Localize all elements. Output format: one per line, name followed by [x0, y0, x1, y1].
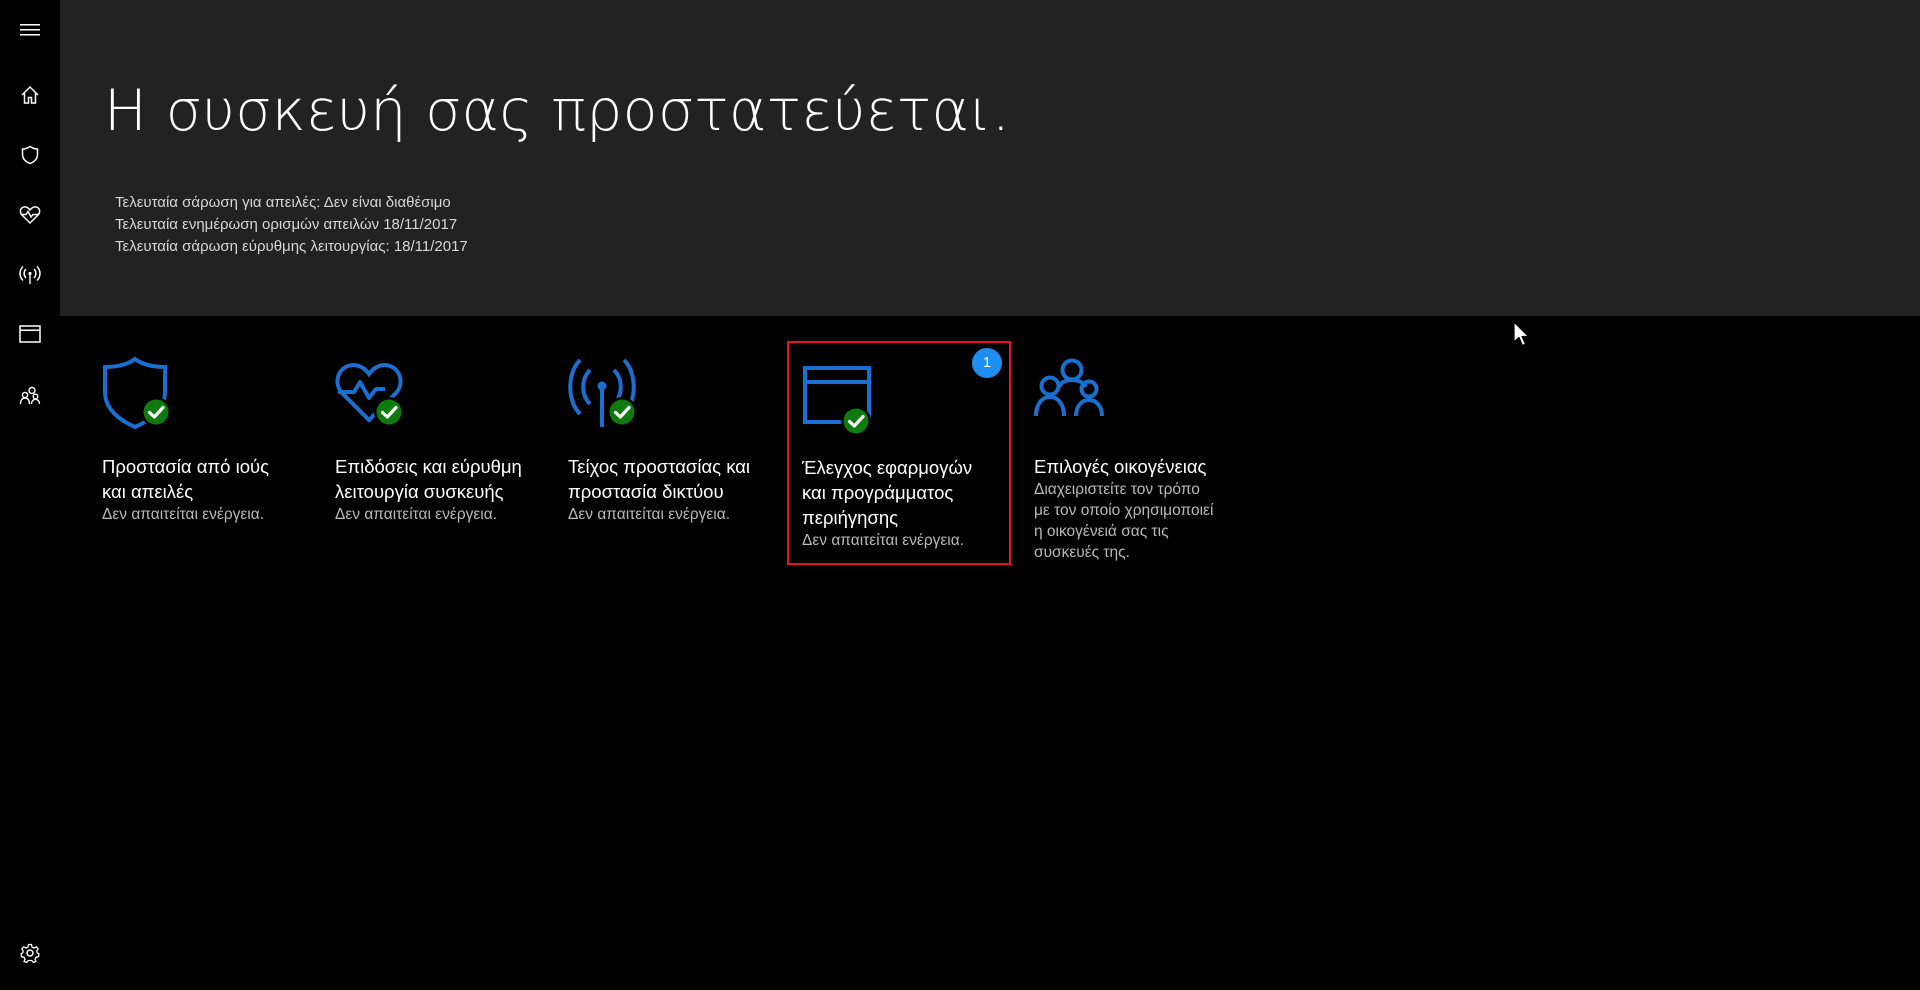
browser-check-icon	[803, 366, 871, 436]
sidebar-item-device-health[interactable]	[0, 191, 60, 239]
tile-description: Διαχειριστείτε τον τρόπο με τον οποίο χρ…	[1034, 479, 1239, 563]
tile-virus-threat-protection[interactable]: Προστασία από ιούς και απειλές Δεν απαιτ…	[102, 341, 326, 565]
tile-title-line: Τείχος προστασίας και	[568, 456, 751, 477]
sidebar-item-firewall[interactable]	[0, 251, 60, 299]
tile-status: Δεν απαιτείται ενέργεια.	[102, 506, 265, 523]
tile-title-line: Προστασία από ιούς	[102, 456, 270, 477]
sidebar	[0, 0, 60, 990]
status-header: Η συσκευή σας προστατεύεται. Τελευταία σ…	[60, 0, 1920, 316]
heart-pulse-icon	[19, 206, 41, 225]
antenna-icon	[19, 265, 41, 284]
tile-device-performance-health[interactable]: Επιδόσεις και εύρυθμη λειτουργία συσκευή…	[335, 341, 559, 565]
hamburger-menu-button[interactable]	[0, 6, 60, 54]
tile-description-line: με τον οποίο χρησιμοποιεί	[1034, 502, 1214, 519]
tile-description-line: η οικογένειά σας τις	[1034, 523, 1169, 540]
tile-text: Προστασία από ιούς και απειλές Δεν απαιτ…	[102, 454, 307, 525]
tile-title-line: και απειλές	[102, 481, 194, 502]
last-health-scan: Τελευταία σάρωση εύρυθμης λειτουργίας: 1…	[115, 238, 468, 255]
last-threat-scan: Τελευταία σάρωση για απειλές: Δεν είναι …	[115, 194, 451, 211]
shield-icon	[21, 145, 39, 165]
family-icon	[1034, 358, 1104, 417]
tile-text: Επιδόσεις και εύρυθμη λειτουργία συσκευή…	[335, 454, 540, 525]
tile-title-line: Επιδόσεις και εύρυθμη	[335, 456, 522, 477]
antenna-check-icon	[568, 358, 637, 427]
tile-status: Δεν απαιτείται ενέργεια.	[568, 506, 731, 523]
tile-title-line: Επιλογές οικογένειας	[1034, 456, 1207, 477]
shield-check-icon	[103, 356, 171, 430]
tile-app-browser-control[interactable]: 1 Έλεγχος εφαρμογών και προγράμματος περ…	[787, 341, 1011, 565]
page-title: Η συσκευή σας προστατεύεται.	[104, 78, 1011, 144]
mouse-cursor-icon	[1513, 321, 1530, 347]
sidebar-item-settings[interactable]	[0, 929, 60, 977]
tile-text: Έλεγχος εφαρμογών και προγράμματος περιή…	[802, 455, 1007, 551]
home-icon	[21, 85, 39, 104]
sidebar-item-home[interactable]	[0, 71, 60, 119]
tile-text: Τείχος προστασίας και προστασία δικτύου …	[568, 454, 773, 525]
last-definitions-update: Τελευταία ενημέρωση ορισμών απειλών 18/1…	[115, 216, 458, 233]
sidebar-item-family-options[interactable]	[0, 372, 60, 420]
heart-check-icon	[335, 363, 404, 427]
status-lines: Τελευταία σάρωση για απειλές: Δεν είναι …	[115, 192, 468, 258]
notification-badge: 1	[972, 348, 1002, 378]
tile-title-line: περιήγησης	[802, 507, 899, 528]
hamburger-menu-icon	[20, 24, 40, 36]
tile-text: Επιλογές οικογένειας Διαχειριστείτε τον …	[1034, 454, 1239, 563]
gear-icon	[20, 943, 40, 963]
tile-status: Δεν απαιτείται ενέργεια.	[802, 532, 965, 549]
tile-title-line: προστασία δικτύου	[568, 481, 724, 502]
tile-description-line: συσκευές της.	[1034, 544, 1130, 561]
tile-title-line: Έλεγχος εφαρμογών	[802, 457, 973, 478]
sidebar-item-app-browser-control[interactable]	[0, 310, 60, 358]
tile-title-line: και προγράμματος	[802, 482, 954, 503]
tile-title-line: λειτουργία συσκευής	[335, 481, 504, 502]
browser-window-icon	[19, 325, 41, 343]
sidebar-item-virus-protection[interactable]	[0, 131, 60, 179]
tile-firewall-network-protection[interactable]: Τείχος προστασίας και προστασία δικτύου …	[568, 341, 792, 565]
family-icon	[19, 386, 41, 405]
tile-status: Δεν απαιτείται ενέργεια.	[335, 506, 498, 523]
tile-description-line: Διαχειριστείτε τον τρόπο	[1034, 481, 1200, 498]
tile-family-options[interactable]: Επιλογές οικογένειας Διαχειριστείτε τον …	[1034, 341, 1258, 565]
